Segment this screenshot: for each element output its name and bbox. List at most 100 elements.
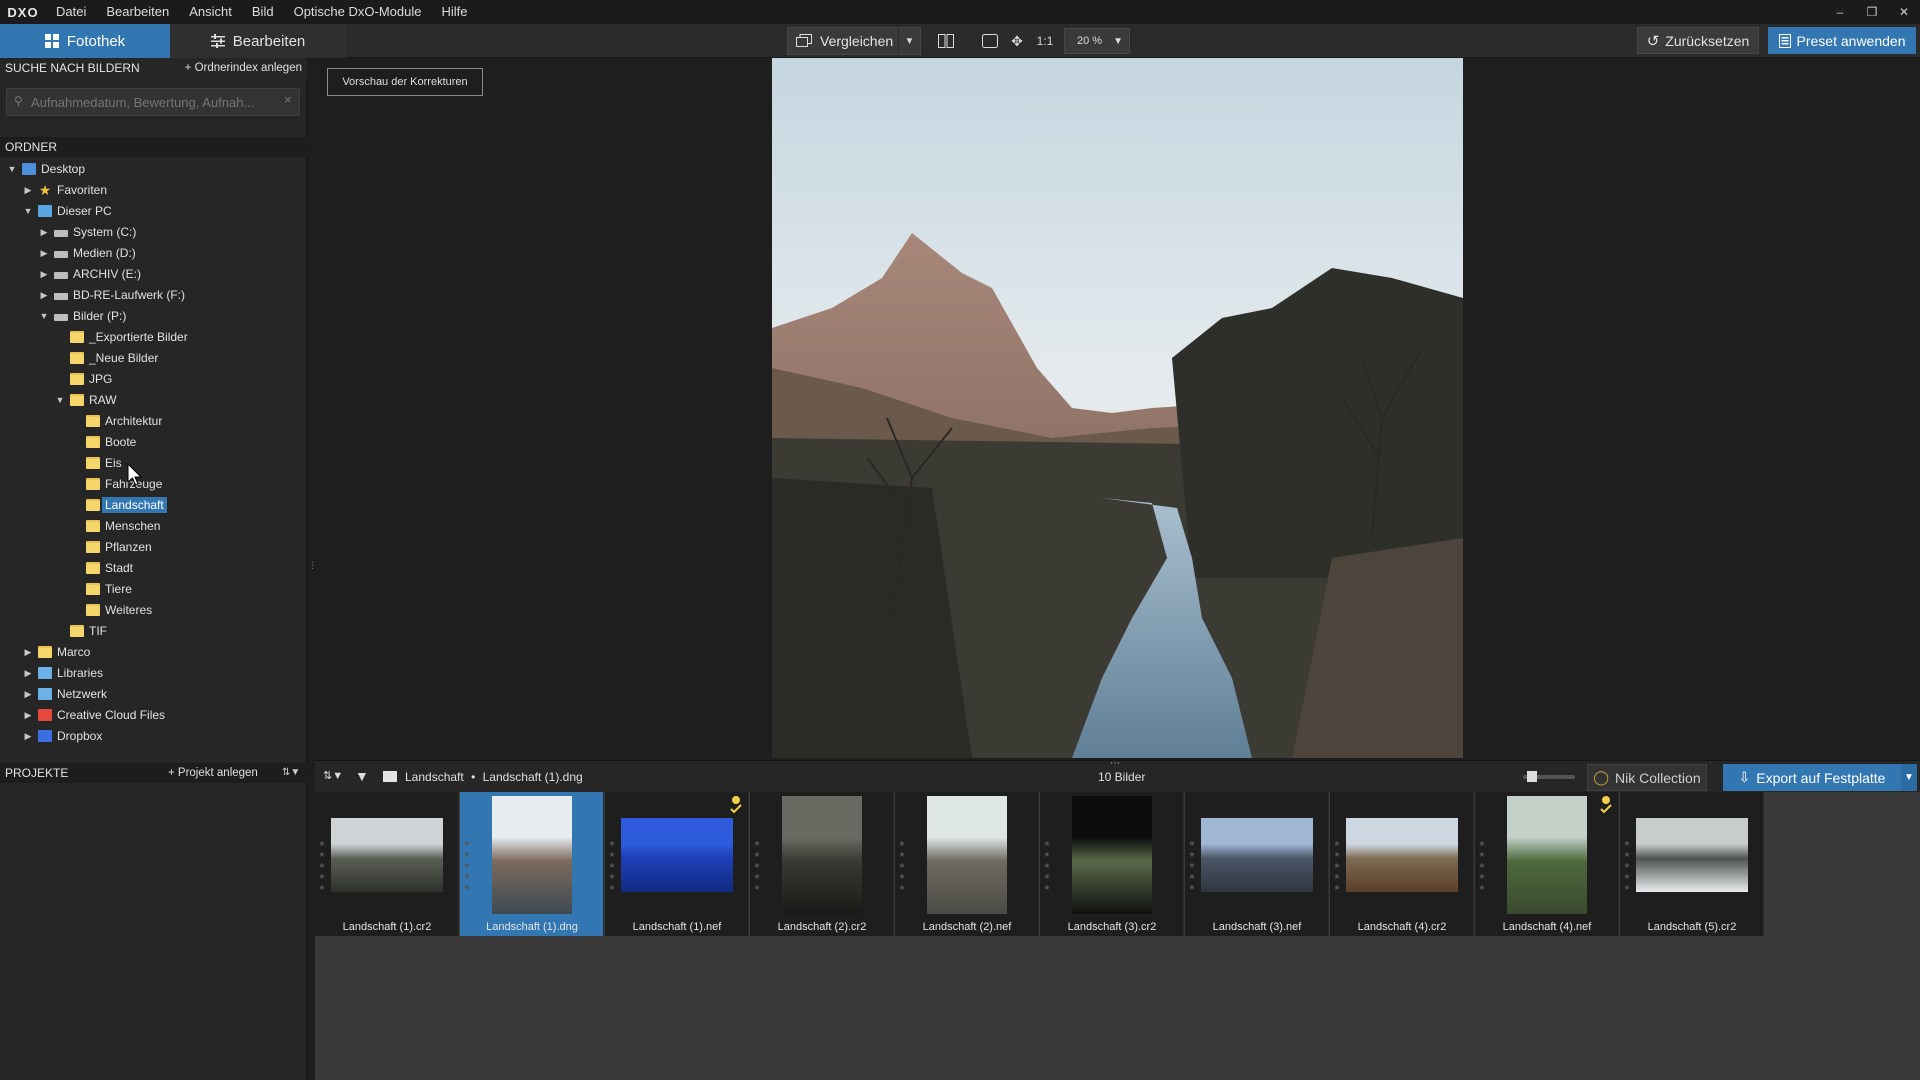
tree-item[interactable]: ▶ Medien (D:) [38, 243, 136, 263]
tree-item[interactable]: _Exportierte Bilder [54, 327, 188, 347]
tree-item[interactable]: ▶ ARCHIV (E:) [38, 264, 141, 284]
menu-bild[interactable]: Bild [242, 0, 284, 24]
search-input[interactable] [6, 88, 300, 116]
rating-stars-icon[interactable]: ★ ★ ★ ★ ★ [1622, 838, 1632, 893]
rating-stars-icon[interactable]: ★ ★ ★ ★ ★ [752, 838, 762, 893]
tree-item[interactable]: Menschen [70, 516, 160, 536]
chevron-down-icon[interactable]: ▼ [54, 395, 66, 405]
tree-item[interactable]: ▼ Desktop [6, 159, 86, 179]
restore-icon[interactable]: ❐ [1856, 0, 1888, 24]
tree-item[interactable]: Weiteres [70, 600, 152, 620]
tree-item[interactable]: Eis [70, 453, 122, 473]
rating-stars-icon[interactable]: ★ ★ ★ ★ ★ [1477, 838, 1487, 893]
search-panel-title: SUCHE NACH BILDERN [5, 61, 140, 75]
thumbnail[interactable]: ★ ★ ★ ★ ★ Landschaft (2).nef [895, 792, 1039, 936]
rating-stars-icon[interactable]: ★ ★ ★ ★ ★ [1042, 838, 1052, 893]
chevron-right-icon[interactable]: ▶ [22, 668, 34, 679]
chevron-down-icon[interactable]: ▼ [1901, 764, 1917, 791]
rating-stars-icon[interactable]: ★ ★ ★ ★ ★ [462, 838, 472, 893]
filter-icon[interactable]: ▼ [355, 768, 369, 784]
thumbnail[interactable]: ★ ★ ★ ★ ★ Landschaft (3).cr2 [1040, 792, 1184, 936]
tree-item[interactable]: Tiere [70, 579, 132, 599]
tree-item[interactable]: JPG [54, 369, 112, 389]
chevron-right-icon[interactable]: ▶ [22, 689, 34, 700]
tree-item[interactable]: Boote [70, 432, 136, 452]
chevron-down-icon[interactable]: ▼ [38, 311, 50, 321]
tree-item[interactable]: Architektur [70, 411, 162, 431]
sort-icon[interactable]: ⇅▼ [282, 763, 300, 783]
rating-stars-icon[interactable]: ★ ★ ★ ★ ★ [1187, 838, 1197, 893]
tree-item[interactable]: Pflanzen [70, 537, 152, 557]
compare-button[interactable]: Vergleichen ▼ [787, 27, 921, 55]
zoom-select[interactable]: 20 % ▼ [1064, 28, 1130, 54]
tree-item[interactable]: _Neue Bilder [54, 348, 158, 368]
tree-item[interactable]: ▶ Netzwerk [22, 684, 107, 704]
reset-button[interactable]: ↺ Zurücksetzen [1637, 27, 1759, 54]
tree-item[interactable]: ▶ Creative Cloud Files [22, 705, 166, 725]
create-project-link[interactable]: + Projekt anlegen [168, 763, 258, 783]
apply-preset-button[interactable]: Preset anwenden [1768, 27, 1916, 54]
sort-icon[interactable]: ⇅▼ [323, 769, 343, 782]
thumbnail[interactable]: ★ ★ ★ ★ ★ Landschaft (2).cr2 [750, 792, 894, 936]
thumbnail[interactable]: ★ ★ ★ ★ ★ Landschaft (3).nef [1185, 792, 1329, 936]
preview-corrections-button[interactable]: Vorschau der Korrekturen [327, 68, 483, 96]
minimize-icon[interactable]: – [1824, 0, 1856, 24]
one-to-one-button[interactable]: 1:1 [1034, 30, 1056, 52]
chevron-down-icon: ▼ [1113, 35, 1123, 47]
chevron-right-icon[interactable]: ▶ [22, 731, 34, 742]
chevron-right-icon[interactable]: ▶ [22, 647, 34, 658]
fit-screen-icon[interactable] [980, 30, 1000, 52]
nik-collection-button[interactable]: ◯ Nik Collection [1587, 764, 1707, 791]
tree-item[interactable]: ▼ RAW [54, 390, 117, 410]
menu-datei[interactable]: Datei [46, 0, 96, 24]
tree-item[interactable]: Landschaft [70, 495, 167, 515]
rating-stars-icon[interactable]: ★ ★ ★ ★ ★ [317, 838, 327, 893]
thumbnail[interactable]: ★ ★ ★ ★ ★ Landschaft (4).nef [1475, 792, 1619, 936]
thumbnail[interactable]: ★ ★ ★ ★ ★ Landschaft (5).cr2 [1620, 792, 1764, 936]
chevron-right-icon[interactable]: ▶ [22, 185, 34, 196]
tree-item[interactable]: ▶ Libraries [22, 663, 104, 683]
close-icon[interactable]: ✕ [1888, 0, 1920, 24]
chevron-right-icon[interactable]: ▶ [22, 710, 34, 721]
slider-handle[interactable] [1527, 771, 1537, 782]
chevron-right-icon[interactable]: ▶ [38, 290, 50, 301]
tree-item[interactable]: ▶ ★ Favoriten [22, 180, 108, 200]
tree-item[interactable]: TIF [54, 621, 107, 641]
thumbnail[interactable]: ★ ★ ★ ★ ★ Landschaft (1).nef [605, 792, 749, 936]
create-folder-index-link[interactable]: + Ordnerindex anlegen [185, 58, 302, 78]
chevron-down-icon[interactable]: ▼ [6, 164, 18, 174]
chevron-right-icon[interactable]: ▶ [38, 227, 50, 238]
tree-item-label: _Neue Bilder [89, 351, 159, 365]
tree-item[interactable]: ▶ BD-RE-Laufwerk (F:) [38, 285, 185, 305]
rating-stars-icon[interactable]: ★ ★ ★ ★ ★ [607, 838, 617, 893]
panel-splitter-handle[interactable]: ⋮ [308, 560, 317, 578]
clear-search-icon[interactable]: × [284, 92, 292, 107]
tree-item[interactable]: ▶ System (C:) [38, 222, 137, 242]
chevron-down-icon[interactable]: ▼ [898, 28, 920, 54]
resize-grip-icon[interactable]: ⋯ [1110, 758, 1120, 769]
tab-bearbeiten[interactable]: Bearbeiten [170, 24, 346, 58]
chevron-right-icon[interactable]: ▶ [38, 269, 50, 280]
tab-fotothek[interactable]: Fotothek [0, 24, 170, 58]
tree-item[interactable]: ▼ Dieser PC [22, 201, 112, 221]
chevron-right-icon[interactable]: ▶ [38, 248, 50, 259]
tree-item[interactable]: Stadt [70, 558, 133, 578]
menu-hilfe[interactable]: Hilfe [431, 0, 477, 24]
move-icon[interactable]: ✥ [1007, 30, 1027, 52]
thumbnail[interactable]: ★ ★ ★ ★ ★ Landschaft (1).cr2 [315, 792, 459, 936]
rating-stars-icon[interactable]: ★ ★ ★ ★ ★ [1332, 838, 1342, 893]
tree-item[interactable]: Fahrzeuge [70, 474, 162, 494]
tree-item[interactable]: ▶ Marco [22, 642, 91, 662]
menu-optische-module[interactable]: Optische DxO-Module [284, 0, 432, 24]
chevron-down-icon[interactable]: ▼ [22, 206, 34, 216]
tree-item[interactable]: ▼ Bilder (P:) [38, 306, 127, 326]
rating-stars-icon[interactable]: ★ ★ ★ ★ ★ [897, 838, 907, 893]
tree-item[interactable]: ▶ Dropbox [22, 726, 103, 746]
menu-ansicht[interactable]: Ansicht [179, 0, 242, 24]
export-to-disk-button[interactable]: ⇩ Export auf Festplatte [1723, 764, 1901, 791]
thumbnail[interactable]: ★ ★ ★ ★ ★ Landschaft (1).dng [460, 792, 604, 936]
tree-item-label: _Exportierte Bilder [89, 330, 188, 344]
thumbnail[interactable]: ★ ★ ★ ★ ★ Landschaft (4).cr2 [1330, 792, 1474, 936]
split-view-icon[interactable] [936, 30, 956, 52]
menu-bearbeiten[interactable]: Bearbeiten [96, 0, 179, 24]
